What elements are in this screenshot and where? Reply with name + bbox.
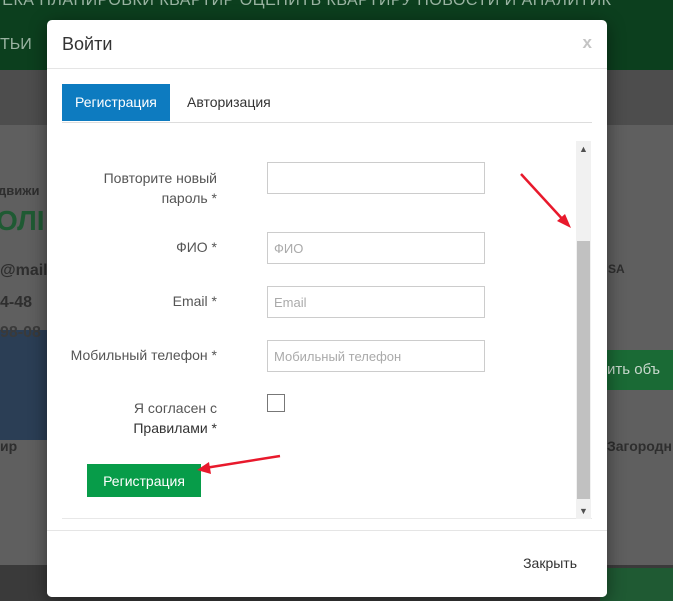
background-text: движи (0, 183, 40, 198)
background-button: ить объ (607, 350, 673, 390)
scrollbar-thumb[interactable] (577, 241, 590, 499)
background-nav-text: ТЕКА ПЛАНИРОВКИ КВАРТИР ОЦЕНИТЬ КВАРТИРУ… (0, 0, 612, 9)
registration-form: Повторите новый пароль * ФИО * Email * М… (62, 140, 592, 519)
background-bottom-green (600, 568, 673, 601)
rules-link[interactable]: Правилами (133, 420, 207, 436)
fio-label: ФИО * (176, 239, 217, 255)
background-text: 4-48 (0, 294, 33, 311)
email-label: Email * (172, 293, 217, 309)
scroll-down-icon[interactable]: ▼ (576, 506, 591, 516)
background-text: SA (608, 262, 625, 276)
modal-tabs: Регистрация Авторизация (62, 84, 592, 123)
agree-label-line2: Правилами * (133, 418, 217, 438)
background-button-text: ить объ (607, 361, 661, 378)
tab-registration[interactable]: Регистрация (62, 84, 170, 121)
close-icon[interactable]: x (583, 33, 592, 53)
repeat-password-field[interactable] (267, 162, 485, 194)
background-nav-text-2: ТЬИ (0, 36, 32, 53)
background-text: Загородн (607, 438, 673, 454)
email-field[interactable] (267, 286, 485, 318)
phone-field[interactable] (267, 340, 485, 372)
modal-header: Войти x (47, 20, 607, 69)
scroll-up-icon[interactable]: ▲ (576, 144, 591, 154)
form-scrollbar[interactable]: ▲ ▼ (576, 141, 591, 519)
background-text: ОЛІ (0, 205, 45, 236)
agree-label: Я согласен с Правилами * (133, 398, 217, 438)
modal-footer: Закрыть (47, 530, 607, 597)
background-text: ир (0, 438, 18, 454)
background-image (0, 330, 48, 440)
agree-label-prefix: Я согласен с (133, 400, 217, 416)
register-button[interactable]: Регистрация (87, 464, 201, 497)
fio-field[interactable] (267, 232, 485, 264)
phone-label: Мобильный телефон * (70, 347, 217, 363)
background-text: 98-08 (0, 324, 41, 341)
login-modal: Войти x Регистрация Авторизация Повторит… (47, 20, 607, 597)
close-button[interactable]: Закрыть (523, 555, 577, 571)
repeat-password-label-text: Повторите новый пароль * (103, 170, 217, 206)
background-text: @mail (0, 262, 48, 279)
tab-authorization[interactable]: Авторизация (174, 84, 284, 121)
agree-required-mark: * (207, 420, 217, 436)
modal-title: Войти (62, 34, 113, 54)
repeat-password-label: Повторите новый пароль * (77, 168, 217, 208)
agree-checkbox[interactable] (267, 394, 285, 412)
